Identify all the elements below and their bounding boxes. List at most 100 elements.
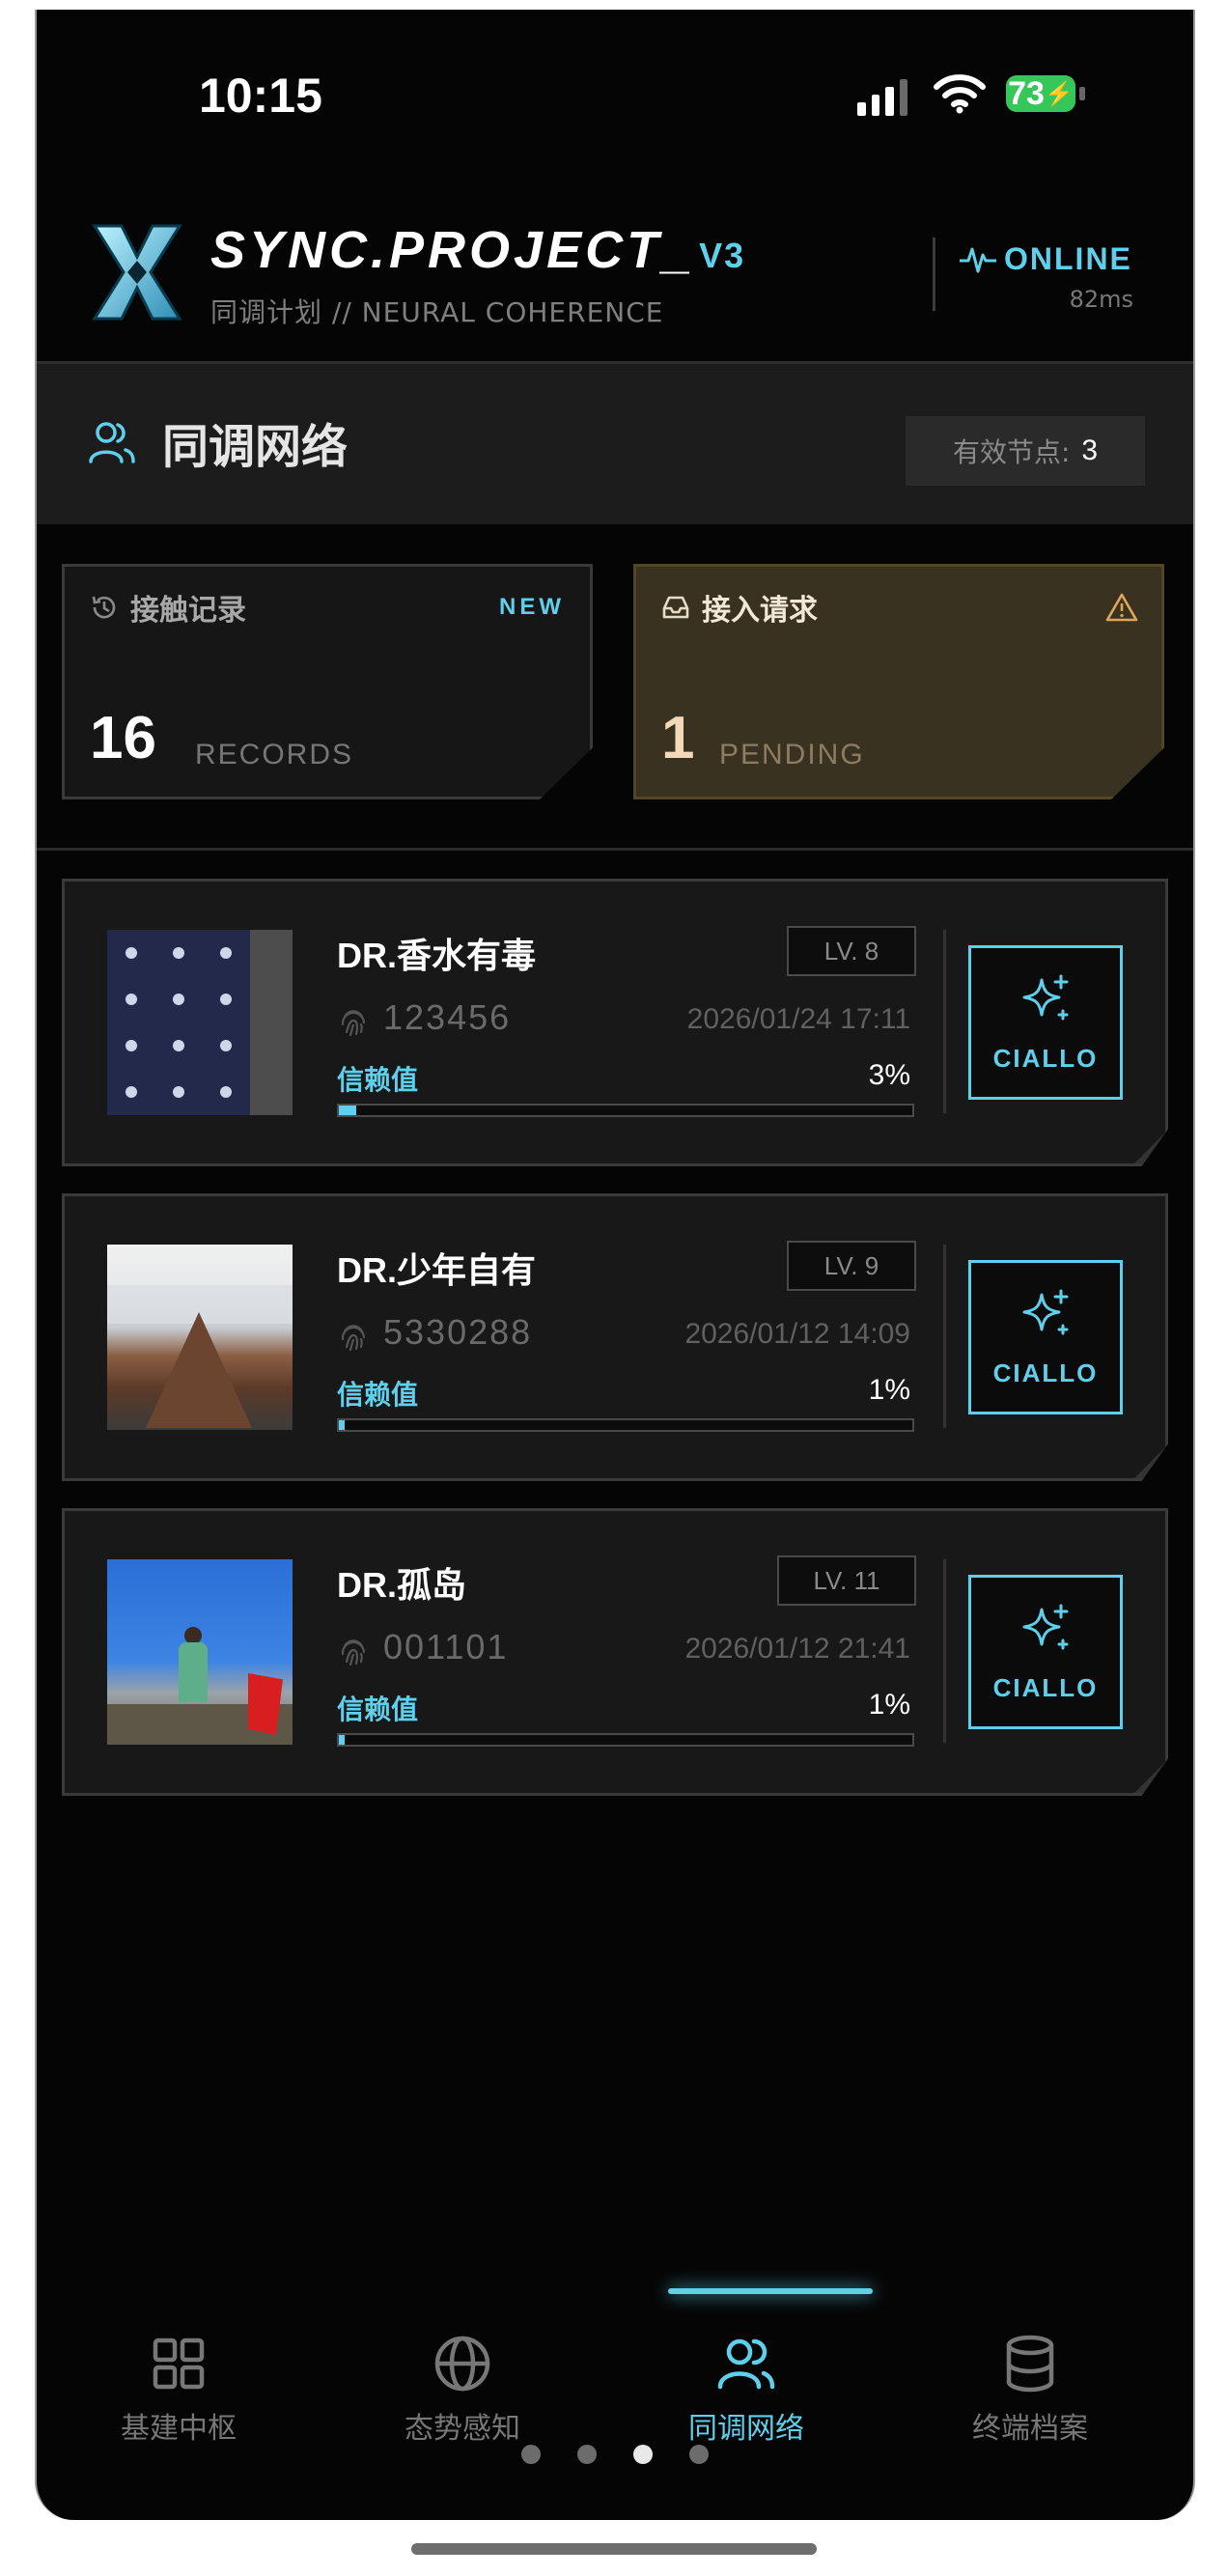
page-dot[interactable]: [577, 2445, 597, 2464]
records-unit: RECORDS: [195, 739, 354, 770]
trust-value: 1%: [868, 1374, 910, 1406]
user-id: 123456: [383, 997, 512, 1037]
trust-label: 信赖值: [337, 1379, 419, 1411]
user-timestamp: 2026/01/12 14:09: [684, 1318, 910, 1350]
level-badge: LV. 9: [787, 1241, 916, 1291]
users-icon: [717, 2338, 775, 2390]
section-title: 同调网络: [162, 420, 349, 474]
user-name: DR.香水有毒: [337, 936, 536, 975]
trust-progress-bar: [337, 1104, 914, 1117]
page-dot-active[interactable]: [633, 2445, 653, 2464]
nav-item-situational-awareness[interactable]: 态势感知: [321, 2333, 604, 2447]
records-title-row: 接触记录: [90, 586, 246, 629]
card-corner: [1134, 1762, 1165, 1793]
online-label: ONLINE: [1004, 241, 1132, 276]
avatar-image: [107, 930, 250, 1115]
users-icon: [89, 422, 135, 463]
battery-cap: [1079, 87, 1085, 100]
card-separator: [943, 930, 946, 1113]
header-divider: [933, 238, 935, 311]
node-count: 3: [1081, 434, 1099, 466]
new-flag: NEW: [499, 594, 565, 620]
requests-title-row: 接入请求: [661, 586, 818, 629]
active-tab-indicator: [668, 2288, 873, 2294]
records-count: 16: [90, 705, 156, 771]
globe-icon: [434, 2336, 490, 2392]
nav-label: 基建中枢: [121, 2412, 237, 2446]
ciallo-button[interactable]: CIALLO: [968, 1260, 1123, 1414]
level-badge: LV. 8: [787, 926, 916, 976]
nav-label: 态势感知: [405, 2412, 520, 2446]
trust-label: 信赖值: [337, 1694, 419, 1725]
user-card[interactable]: DR.香水有毒 LV. 8 123456 2026/01/24 17:11 信赖…: [62, 879, 1168, 1166]
history-icon: [92, 596, 116, 619]
app-version: V3: [699, 236, 746, 275]
page-dots: [521, 2445, 709, 2464]
sparkle-icon: [1022, 1289, 1069, 1334]
app-title: SYNC.PROJECT_ V3: [210, 220, 745, 280]
ciallo-button[interactable]: CIALLO: [968, 945, 1123, 1100]
avatar-image-peak: [146, 1312, 252, 1428]
app-title-text: SYNC.PROJECT_: [210, 221, 696, 279]
sparkle-icon: [1022, 974, 1069, 1020]
battery-indicator: 73 ⚡: [1006, 75, 1075, 112]
warning-icon: [1105, 593, 1138, 622]
contact-records-card[interactable]: 接触记录 NEW 16 RECORDS: [62, 564, 593, 799]
ciallo-label: CIALLO: [992, 1358, 1099, 1387]
user-timestamp: 2026/01/12 21:41: [684, 1633, 910, 1665]
nav-item-terminal-archive[interactable]: 终端档案: [888, 2333, 1172, 2447]
fingerprint-icon: [341, 1325, 366, 1352]
node-count-badge: 有效节点: 3: [906, 416, 1145, 486]
requests-title: 接入请求: [702, 594, 818, 628]
card-notch: [1129, 764, 1161, 797]
trust-progress-bar: [337, 1733, 914, 1747]
battery-level: 73: [1008, 74, 1045, 112]
signal-icon: [857, 77, 907, 116]
user-card[interactable]: DR.孤岛 LV. 11 001101 2026/01/12 21:41 信赖值…: [62, 1508, 1168, 1796]
node-label: 有效节点:: [952, 436, 1071, 468]
app-logo-icon: [92, 224, 182, 321]
card-corner: [1134, 1447, 1165, 1478]
inbox-icon: [662, 596, 689, 619]
ciallo-label: CIALLO: [992, 1043, 1099, 1073]
charging-icon: ⚡: [1044, 80, 1074, 107]
avatar: [107, 1245, 293, 1430]
app-header: SYNC.PROJECT_ V3 同调计划 // NEURAL COHERENCE…: [37, 183, 1193, 364]
section-header: 同调网络 有效节点: 3: [37, 364, 1193, 524]
trust-value: 3%: [868, 1059, 910, 1091]
app-subtitle: 同调计划 // NEURAL COHERENCE: [210, 296, 664, 328]
status-bar: 10:15 73 ⚡: [37, 10, 1193, 183]
ciallo-label: CIALLO: [992, 1672, 1099, 1702]
user-id: 5330288: [383, 1312, 533, 1352]
page-dot[interactable]: [689, 2445, 709, 2464]
status-time: 10:15: [199, 69, 322, 123]
grid-icon: [153, 2338, 205, 2390]
avatar-image-person: [179, 1642, 208, 1702]
nav-label: 终端档案: [972, 2412, 1088, 2446]
user-name: DR.孤岛: [337, 1565, 466, 1605]
section-divider: [37, 848, 1193, 851]
nav-item-sync-network[interactable]: 同调网络: [604, 2333, 888, 2447]
trust-progress-fill: [339, 1735, 345, 1745]
level-badge: LV. 11: [777, 1555, 916, 1606]
nav-label: 同调网络: [688, 2412, 804, 2446]
access-requests-card[interactable]: 接入请求 1 PENDING: [633, 564, 1164, 799]
user-name: DR.少年自有: [337, 1250, 536, 1290]
user-timestamp: 2026/01/24 17:11: [686, 1003, 910, 1035]
card-notch: [557, 764, 590, 797]
trust-label: 信赖值: [337, 1064, 419, 1096]
trust-progress-fill: [339, 1106, 356, 1115]
sparkle-icon: [1022, 1604, 1069, 1649]
ciallo-button[interactable]: CIALLO: [968, 1575, 1123, 1729]
page-dot[interactable]: [521, 2445, 541, 2464]
wifi-icon: [934, 74, 986, 114]
user-card[interactable]: DR.少年自有 LV. 9 5330288 2026/01/12 14:09 信…: [62, 1193, 1168, 1481]
pulse-icon: [960, 247, 996, 272]
card-corner: [1134, 1133, 1165, 1163]
requests-unit: PENDING: [719, 739, 865, 770]
trust-progress-fill: [339, 1420, 345, 1430]
home-indicator[interactable]: [411, 2543, 817, 2555]
bottom-nav: 基建中枢 态势感知 同调网络 终端档案: [37, 2279, 1193, 2520]
nav-item-infrastructure[interactable]: 基建中枢: [37, 2333, 321, 2447]
card-separator: [943, 1245, 946, 1428]
